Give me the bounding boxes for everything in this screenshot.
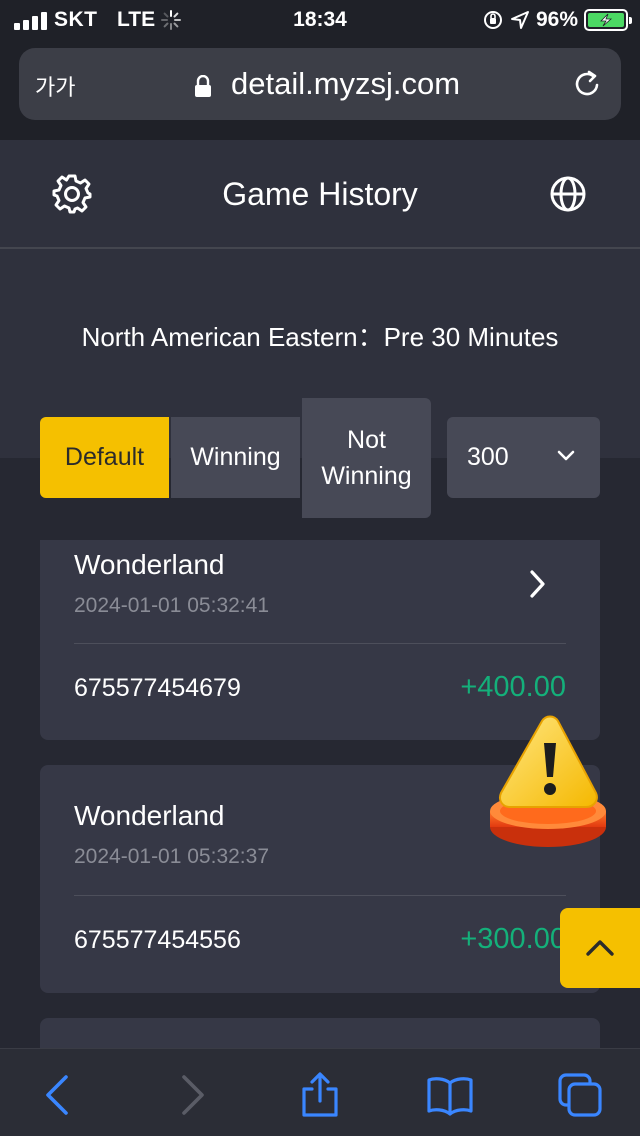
back-icon[interactable] (34, 1071, 82, 1119)
forward-icon[interactable] (168, 1071, 216, 1119)
location-icon (510, 11, 529, 29)
url-text[interactable]: detail.myzsj.com (231, 66, 460, 102)
warning-icon[interactable] (486, 715, 614, 851)
globe-icon[interactable] (548, 174, 588, 214)
game-name: Wonderland (74, 800, 225, 831)
card-divider (74, 643, 566, 644)
history-card[interactable]: Wonderland 2024-01-01 05:32:41 675577454… (40, 540, 600, 740)
reload-icon[interactable] (571, 68, 603, 100)
bet-time: 2024-01-01 05:32:41 (74, 594, 269, 617)
chevron-down-icon (557, 450, 575, 461)
tab-not-winning[interactable]: Not Winning (302, 398, 431, 518)
chevron-up-icon (586, 940, 614, 956)
timezone-text: North American Eastern：Pre 30 Minutes (81, 322, 559, 352)
scroll-to-top-button[interactable] (560, 908, 640, 988)
battery-percent: 96% (535, 8, 578, 31)
battery-icon (584, 9, 632, 31)
browser-toolbar (0, 1048, 640, 1136)
round-id: 675577454556 (74, 926, 241, 954)
lock-icon (195, 75, 211, 97)
page-title: Game History (222, 176, 418, 212)
text-size-button[interactable]: 가가 (35, 70, 75, 102)
result-filter-tabs: Default Winning Not Winning (40, 398, 431, 518)
address-bar[interactable]: 가가 detail.myzsj.com (19, 48, 621, 120)
browser-address-area: 가가 detail.myzsj.com (0, 40, 640, 140)
tab-winning[interactable]: Winning (171, 417, 300, 498)
tab-not-winning-label: Not Winning (321, 425, 412, 490)
card-divider (74, 895, 566, 896)
record-count-select[interactable]: 300 (447, 417, 600, 498)
orientation-lock-icon (483, 11, 502, 29)
tabs-icon[interactable] (556, 1071, 604, 1119)
filter-row: Default Winning Not Winning 300 (40, 398, 600, 518)
app-header: Game History (0, 140, 640, 249)
win-amount: +400.00 (460, 671, 566, 703)
bet-time: 2024-01-01 05:32:37 (74, 845, 269, 868)
chevron-right-icon[interactable] (528, 569, 546, 599)
game-name: Wonderland (74, 549, 225, 580)
bookmarks-icon[interactable] (426, 1071, 474, 1119)
record-count-value: 300 (467, 443, 509, 471)
status-bar: SKT LTE 18:34 96% (0, 0, 640, 40)
round-id: 675577454679 (74, 674, 241, 702)
win-amount: +300.00 (460, 923, 566, 955)
share-icon[interactable] (296, 1071, 344, 1119)
tab-default[interactable]: Default (40, 417, 169, 498)
